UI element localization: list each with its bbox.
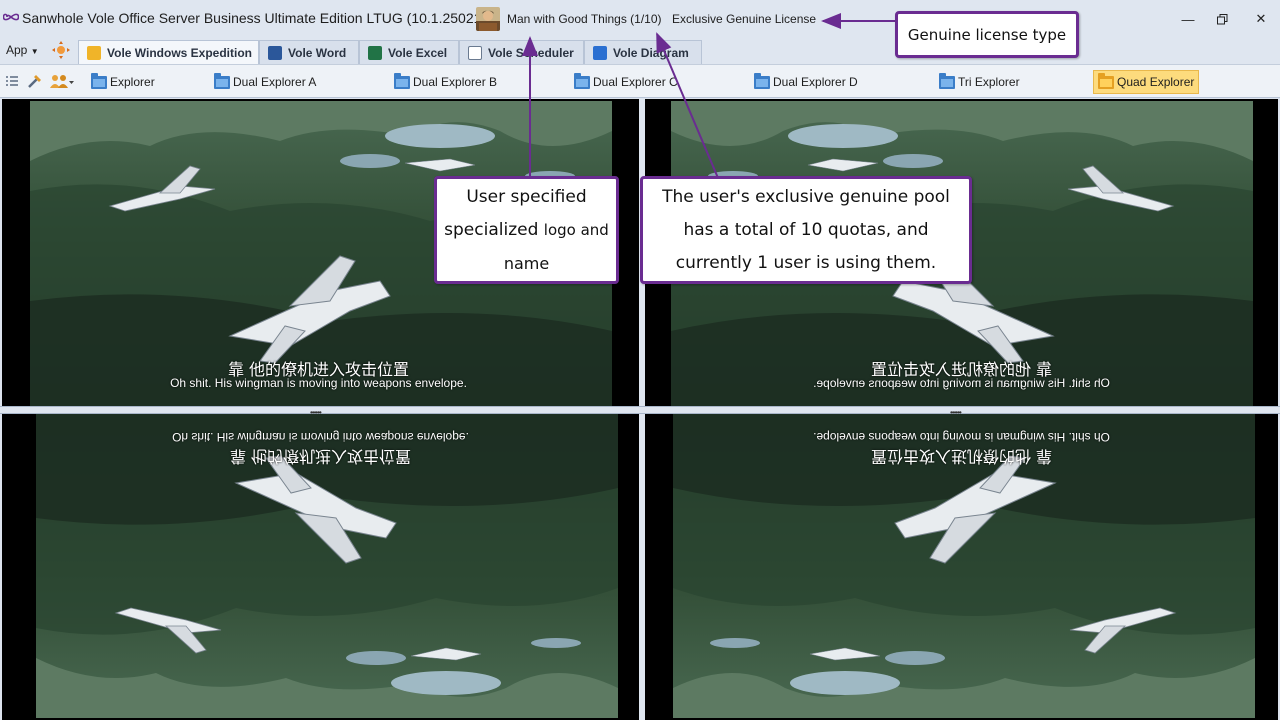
subtitle-en: Oh shit. His wingman is moving into weap… — [172, 430, 469, 444]
word-icon — [268, 45, 282, 60]
subtitle-en: Oh shit. His wingman is moving into weap… — [813, 376, 1110, 390]
list-icon[interactable] — [6, 75, 18, 87]
tools-icon[interactable] — [27, 73, 43, 89]
tab-label: Vole Windows Expedition — [107, 46, 253, 60]
expedition-icon — [87, 46, 101, 60]
callout-text: has a total of 10 quotas, and — [683, 219, 929, 240]
explorer-label: Dual Explorer A — [233, 75, 317, 89]
app-menu[interactable]: App ▼ — [6, 43, 39, 57]
explorer-label: Dual Explorer C — [593, 75, 678, 89]
restore-icon[interactable] — [1207, 8, 1237, 30]
callout-text: name — [503, 253, 550, 273]
folder-icon — [91, 72, 107, 89]
excel-icon — [368, 45, 382, 60]
explorer-label: Dual Explorer B — [413, 75, 498, 89]
callout-text: The user's exclusive genuine pool — [662, 186, 950, 207]
callout-text: User specified — [466, 186, 587, 207]
tab-vole-windows-expedition[interactable]: Vole Windows Expedition — [78, 40, 259, 65]
explorer-label: Explorer — [110, 75, 155, 89]
quad-explorer-button[interactable]: Quad Explorer — [1093, 70, 1200, 94]
callout-user-logo: User specified specialized logo and name — [434, 176, 619, 284]
folder-icon — [214, 72, 230, 89]
callout-text: currently 1 user is using them. — [675, 252, 937, 273]
callout-quota: The user's exclusive genuine pool has a … — [640, 176, 972, 284]
callout-text: Genuine license type — [907, 25, 1067, 44]
explorer-label: Dual Explorer D — [773, 75, 858, 89]
subtitle-en: Oh shit. His wingman is moving into weap… — [170, 376, 467, 390]
tab-label: Vole Scheduler — [488, 45, 574, 60]
subtitle-cn: 靠 他的僚机进入攻击位置 — [229, 447, 412, 466]
close-icon[interactable]: ✕ — [1246, 8, 1276, 30]
license-type: Exclusive Genuine License — [672, 12, 817, 26]
user-avatar — [476, 7, 500, 31]
infinity-logo-icon — [3, 13, 19, 21]
ribbon-tab-bar: App ▼ Vole Windows Expedition Vole Word … — [0, 38, 1280, 65]
tab-label: Vole Excel — [388, 45, 448, 60]
dual-explorer-c-button[interactable]: Dual Explorer C — [569, 70, 683, 94]
user-name[interactable]: Man with Good Things (1/10) — [507, 12, 662, 26]
explorer-label: Quad Explorer — [1117, 75, 1195, 89]
scheduler-icon — [468, 45, 482, 60]
minimize-icon[interactable]: — — [1173, 8, 1203, 30]
chevron-down-icon: ▼ — [30, 47, 39, 56]
folder-icon — [394, 72, 410, 89]
explorer-label: Tri Explorer — [958, 75, 1020, 89]
tab-vole-word[interactable]: Vole Word — [259, 40, 359, 64]
callout-license-type: Genuine license type — [895, 11, 1079, 58]
horizontal-splitter[interactable]: •••••• •••••• — [0, 406, 1280, 417]
tab-vole-diagram[interactable]: Vole Diagram — [584, 40, 702, 64]
dual-explorer-a-button[interactable]: Dual Explorer A — [209, 70, 321, 94]
subtitle-en: Oh shit. His wingman is moving into weap… — [813, 430, 1110, 444]
explorer-pane-bottom-right[interactable]: Oh shit. His wingman is moving into weap… — [645, 414, 1278, 720]
callout-text: logo and — [543, 220, 609, 239]
tri-explorer-button[interactable]: Tri Explorer — [934, 70, 1025, 94]
explorer-pane-bottom-left[interactable]: Oh shit. His wingman is moving into weap… — [2, 414, 639, 720]
tab-vole-excel[interactable]: Vole Excel — [359, 40, 459, 64]
explorer-toolbar: Explorer Dual Explorer A Dual Explorer B… — [0, 64, 1280, 98]
folder-icon — [754, 72, 770, 89]
tab-label: Vole Word — [288, 45, 347, 60]
title-bar: Sanwhole Vole Office Server Business Ult… — [0, 0, 1280, 38]
app-menu-label: App — [6, 43, 28, 57]
tab-label: Vole Diagram — [613, 45, 689, 60]
folder-icon — [939, 72, 955, 89]
diagram-icon — [593, 45, 607, 60]
move-icon[interactable] — [52, 41, 70, 59]
folder-icon — [574, 72, 590, 89]
dual-explorer-b-button[interactable]: Dual Explorer B — [389, 70, 502, 94]
tab-vole-scheduler[interactable]: Vole Scheduler — [459, 40, 584, 64]
folder-icon — [1098, 72, 1114, 89]
users-dropdown-icon[interactable] — [50, 73, 74, 89]
dual-explorer-d-button[interactable]: Dual Explorer D — [749, 70, 863, 94]
explorer-button[interactable]: Explorer — [86, 70, 160, 94]
callout-text: specialized — [444, 219, 539, 240]
window-title: Sanwhole Vole Office Server Business Ult… — [22, 10, 487, 26]
subtitle-cn: 靠 他的僚机进入攻击位置 — [870, 447, 1053, 466]
